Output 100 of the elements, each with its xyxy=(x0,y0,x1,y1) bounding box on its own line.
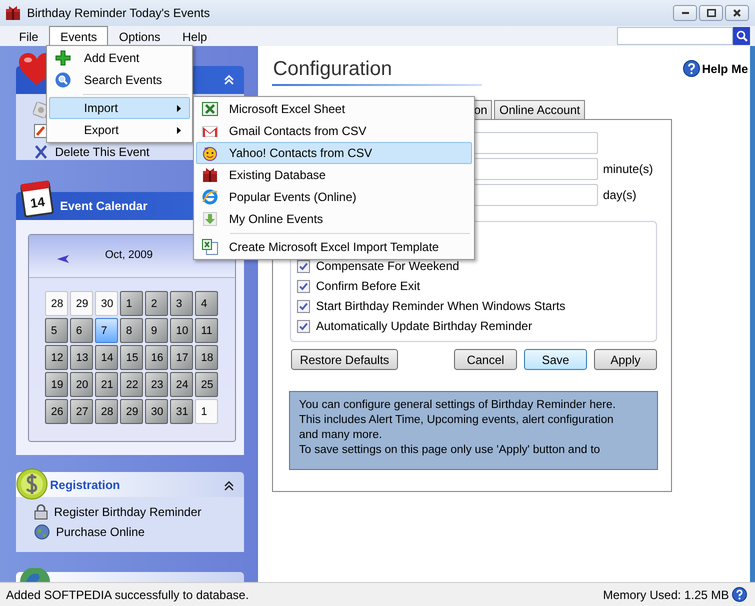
calendar-day[interactable]: 3 xyxy=(170,291,193,316)
menu-item[interactable]: Yahoo! Contacts from CSV xyxy=(196,142,472,164)
checkbox[interactable] xyxy=(297,280,310,292)
submenu-arrow-icon xyxy=(177,104,181,112)
menu-item[interactable]: Create Microsoft Excel Import Template xyxy=(196,236,472,258)
checkbox-label: Confirm Before Exit xyxy=(316,279,420,293)
month-label: Oct, 2009 xyxy=(105,249,153,261)
calendar-day[interactable]: 26 xyxy=(45,399,68,424)
checkbox[interactable] xyxy=(297,300,310,312)
button[interactable]: Restore Defaults xyxy=(291,349,398,370)
maximize-button[interactable] xyxy=(699,5,723,21)
calendar-day[interactable]: 29 xyxy=(70,291,93,316)
calendar-day[interactable]: 21 xyxy=(95,372,118,397)
search-field[interactable] xyxy=(617,27,733,45)
minimize-icon xyxy=(682,12,688,14)
calendar-day[interactable]: 15 xyxy=(120,345,143,370)
menu-item[interactable]: Help xyxy=(171,26,218,46)
checkbox[interactable] xyxy=(297,260,310,272)
menu-item[interactable]: Search Events xyxy=(49,69,190,91)
submenu-arrow-icon xyxy=(177,126,181,134)
calendar-day[interactable]: 6 xyxy=(70,318,93,343)
calendar-day[interactable]: 23 xyxy=(145,372,168,397)
panel-link[interactable]: Purchase Online xyxy=(56,525,145,539)
menu-item[interactable]: Options xyxy=(108,26,172,46)
calendar-day[interactable]: 4 xyxy=(195,291,218,316)
magnifier-icon xyxy=(55,72,71,88)
calendar-day[interactable]: 31 xyxy=(170,399,193,424)
search-button[interactable] xyxy=(733,27,750,45)
help-link[interactable]: Help Me xyxy=(682,60,748,77)
calendar-day[interactable]: 1 xyxy=(120,291,143,316)
checkbox-label: Compensate For Weekend xyxy=(316,259,460,273)
menu-item[interactable]: Existing Database xyxy=(196,164,472,186)
calendar-day[interactable]: 5 xyxy=(45,318,68,343)
checkbox-label: Start Birthday Reminder When Windows Starts xyxy=(316,299,566,313)
cross-icon xyxy=(33,144,49,160)
envelope-icon xyxy=(202,123,218,139)
checkbox[interactable] xyxy=(297,320,310,332)
calendar-day[interactable]: 7 xyxy=(95,318,118,343)
calendar-day[interactable]: 28 xyxy=(95,399,118,424)
minimize-button[interactable] xyxy=(673,5,697,21)
calendar-day[interactable]: 30 xyxy=(95,291,118,316)
close-button[interactable] xyxy=(725,5,749,21)
button[interactable]: Apply xyxy=(594,349,657,370)
calendar-day[interactable]: 25 xyxy=(195,372,218,397)
button[interactable]: Save xyxy=(524,349,587,370)
calendar-day[interactable]: 29 xyxy=(120,399,143,424)
menu-item[interactable]: Events xyxy=(49,26,108,46)
calendar-day[interactable]: 27 xyxy=(70,399,93,424)
info-text: You can configure general settings of Birthday Reminder here. This includes Alert Time, Upcoming events, alert configuration and many more. To save settings on this page only use 'Apply' button and to xyxy=(289,391,658,470)
menu-item[interactable]: File xyxy=(8,26,50,46)
menu-item[interactable]: Import xyxy=(49,97,190,119)
calendar-day[interactable]: 9 xyxy=(145,318,168,343)
calendar-day[interactable]: 2 xyxy=(145,291,168,316)
calendar-day[interactable]: 28 xyxy=(45,291,68,316)
panel-title: Registration xyxy=(50,478,120,492)
gift-icon xyxy=(5,5,21,21)
collapse-icon xyxy=(224,481,234,491)
calendar-day[interactable]: 12 xyxy=(45,345,68,370)
previous-month-button[interactable] xyxy=(57,252,69,260)
globe-icon xyxy=(20,568,50,582)
menu-item[interactable]: Gmail Contacts from CSV xyxy=(196,120,472,142)
calendar-day[interactable]: 18 xyxy=(195,345,218,370)
menu-item[interactable]: My Online Events xyxy=(196,208,472,230)
memory-label: Memory Used: 1.25 MB xyxy=(602,588,729,602)
panel-title: Event Calendar xyxy=(60,199,148,213)
spreadsheet-icon xyxy=(202,101,218,117)
maximize-icon xyxy=(706,9,716,17)
tab[interactable]: Online Account xyxy=(494,100,586,119)
panel-link[interactable]: Delete This Event xyxy=(55,144,150,158)
calendar-day[interactable]: 17 xyxy=(170,345,193,370)
window-title: Birthday Reminder Today's Events xyxy=(27,6,210,20)
menu-item[interactable]: Add Event xyxy=(49,47,190,69)
browser-icon xyxy=(202,189,218,205)
calendar-day[interactable]: 20 xyxy=(70,372,93,397)
calendar-day[interactable]: 22 xyxy=(120,372,143,397)
menu-item[interactable]: Export xyxy=(49,119,190,141)
calendar-day[interactable]: 30 xyxy=(145,399,168,424)
gift-icon xyxy=(202,167,218,183)
calendar-day[interactable]: 8 xyxy=(120,318,143,343)
calendar-day[interactable]: 19 xyxy=(45,372,68,397)
help-icon xyxy=(682,60,700,77)
calendar-day[interactable]: 1 xyxy=(195,399,218,424)
calendar-day[interactable]: 10 xyxy=(170,318,193,343)
button[interactable]: Cancel xyxy=(454,349,517,370)
calendar-day[interactable]: 13 xyxy=(70,345,93,370)
calendar-day[interactable]: 24 xyxy=(170,372,193,397)
plus-icon xyxy=(55,50,71,66)
menu-item[interactable]: Microsoft Excel Sheet xyxy=(196,98,472,120)
panel-link[interactable]: Register Birthday Reminder xyxy=(54,505,202,519)
close-icon xyxy=(733,9,741,17)
globe-icon xyxy=(34,524,50,540)
spreadsheet-icon xyxy=(202,239,218,255)
calendar-day[interactable]: 11 xyxy=(195,318,218,343)
dollar-icon xyxy=(16,468,48,500)
unit-label: day(s) xyxy=(603,188,636,202)
calendar-day[interactable]: 16 xyxy=(145,345,168,370)
calendar-day[interactable]: 14 xyxy=(95,345,118,370)
download-icon xyxy=(202,211,218,227)
menu-item[interactable]: Popular Events (Online) xyxy=(196,186,472,208)
search-icon xyxy=(736,30,748,42)
